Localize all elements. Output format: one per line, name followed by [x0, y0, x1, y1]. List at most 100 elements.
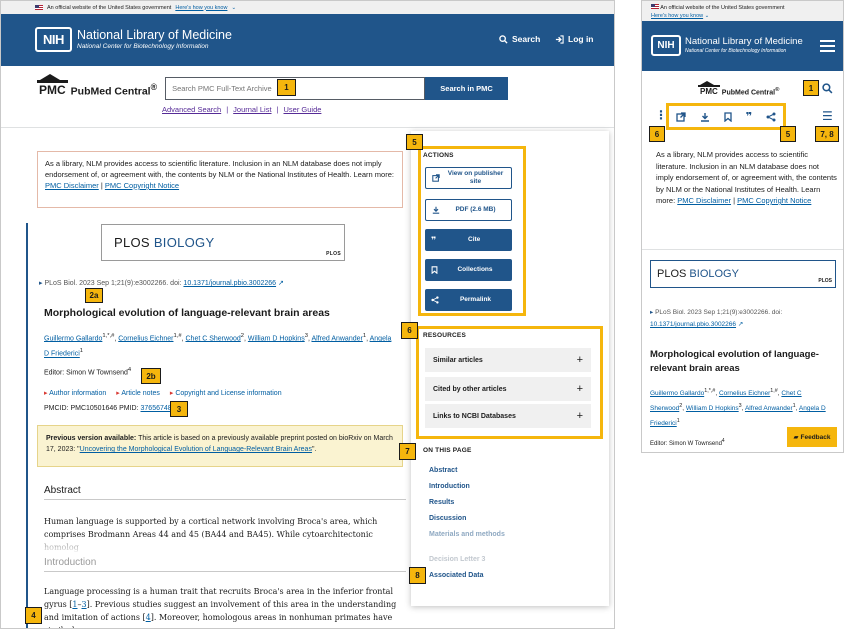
article-sidebar: ACTIONS View on publisher site PDF (2.6 … [411, 131, 609, 606]
cited-by-accordion[interactable]: Cited by other articles + [425, 377, 591, 401]
mobile-journal-banner[interactable]: PLOS BIOLOGY PLOS [650, 260, 836, 288]
journal-list-link[interactable]: Journal List [233, 105, 271, 114]
article-notes-toggle[interactable]: Article notes [116, 389, 160, 397]
external-link-icon[interactable] [676, 111, 686, 122]
collections-button[interactable]: Collections [425, 259, 512, 281]
reference-link[interactable]: 3 [82, 600, 87, 609]
list-toc-icon[interactable]: ☰ [822, 109, 833, 123]
pdf-label: PDF (2.6 MB) [455, 206, 496, 213]
view-on-publisher-label: View on publisher site [447, 170, 504, 185]
mobile-pmc-copyright-link[interactable]: PMC Copyright Notice [737, 196, 811, 205]
mobile-disclaimer-notice: As a library, NLM provides access to sci… [656, 150, 837, 205]
toc-introduction-link[interactable]: Introduction [429, 483, 470, 490]
search-in-pmc-button[interactable]: Search in PMC [425, 77, 509, 100]
mobile-doi-link[interactable]: 10.1371/journal.pbio.3002266 [650, 321, 736, 328]
editor-affil: 4 [127, 367, 132, 373]
callout-marker-5: 5 [406, 134, 423, 150]
link-separator: | [276, 105, 279, 114]
external-link-icon: ↗ [278, 280, 284, 287]
user-guide-link[interactable]: User Guide [283, 105, 321, 114]
permalink-button[interactable]: Permalink [425, 289, 512, 311]
permalink-label: Permalink [459, 296, 492, 303]
toc-decision-letter-link[interactable]: Decision Letter 3 [429, 556, 485, 563]
author-link[interactable]: Alfred Anwander [745, 405, 793, 412]
header-divider [1, 127, 614, 128]
link-separator: | [226, 105, 229, 114]
nlm-disclaimer-notice: As a library, NLM provides access to sci… [37, 151, 403, 208]
author-link[interactable]: Alfred Anwander [311, 335, 362, 342]
gov-banner-link[interactable]: Here's how you know [175, 5, 227, 11]
quote-icon[interactable]: ❞ [746, 110, 752, 123]
site-title: National Library of Medicine [77, 28, 232, 42]
toc-methods-link[interactable]: Materials and methods [429, 531, 505, 538]
similar-articles-accordion[interactable]: Similar articles + [425, 348, 591, 372]
author-link[interactable]: William D Hopkins [686, 405, 739, 412]
author-link[interactable]: William D Hopkins [248, 335, 305, 342]
toc-results-link[interactable]: Results [429, 499, 454, 506]
preprint-link[interactable]: Uncovering the Morphological Evolution o… [80, 446, 312, 453]
author-information-toggle[interactable]: Author information [44, 389, 106, 397]
pmc-logo-name-text: PubMed Central [70, 85, 151, 97]
cite-button[interactable]: ❞ Cite [425, 229, 512, 251]
toc-discussion-link[interactable]: Discussion [429, 515, 466, 522]
search-icon [499, 34, 508, 44]
cite-label: Cite [468, 236, 481, 243]
callout-marker-6: 6 [401, 322, 418, 339]
introduction-heading: Introduction [44, 557, 97, 568]
ncbi-links-label: Links to NCBI Databases [433, 412, 516, 420]
nih-logo[interactable]: NIH [35, 27, 72, 52]
author-link[interactable]: Guillermo Gallardo [44, 335, 102, 342]
author-link[interactable]: Cornelius Eichner [118, 335, 173, 342]
pmc-copyright-link[interactable]: PMC Copyright Notice [105, 181, 179, 190]
author-affil: 1,*,# [102, 333, 115, 339]
login-button[interactable]: Log in [555, 34, 594, 44]
copyright-license-toggle[interactable]: Copyright and License information [170, 389, 281, 397]
header-search-button[interactable]: Search [499, 34, 540, 44]
pmc-disclaimer-link[interactable]: PMC Disclaimer [45, 181, 99, 190]
author-link[interactable]: Cornelius Eichner [719, 390, 770, 397]
mobile-citation-text: PLoS Biol. 2023 Sep 1;21(9):e3002266. do… [655, 309, 783, 316]
author-affil: 1 [79, 348, 84, 355]
doi-link[interactable]: 10.1371/journal.pbio.3002266 [183, 280, 276, 287]
mobile-site-header: NIH National Library of Medicine Nationa… [642, 21, 843, 71]
citation-line: ▸ PLoS Biol. 2023 Sep 1;21(9):e3002266. … [39, 279, 284, 287]
on-this-page-heading: ON THIS PAGE [423, 447, 472, 454]
pmc-logo[interactable]: PMC PubMed Central® [37, 74, 158, 97]
callout-marker-2a: 2a [85, 288, 103, 303]
ncbi-links-accordion[interactable]: Links to NCBI Databases + [425, 404, 591, 428]
mobile-pmc-logo[interactable]: PMC PubMed Central® [698, 81, 779, 96]
hamburger-menu-icon[interactable] [820, 40, 835, 52]
toc-associated-data-link[interactable]: Associated Data [429, 572, 483, 579]
feedback-button[interactable]: ▰ Feedback [787, 427, 837, 447]
mobile-gov-banner: An official website of the United States… [642, 1, 843, 21]
pmid-link[interactable]: 37656748 [141, 405, 172, 412]
download-icon[interactable] [700, 112, 710, 122]
editor-text: Editor: Simon W Townsend [44, 369, 128, 377]
journal-banner[interactable]: PLOS BIOLOGY PLOS [101, 224, 345, 261]
mobile-nih-logo[interactable]: NIH [651, 35, 681, 56]
mobile-author-list: Guillermo Gallardo1,*,#, Cornelius Eichn… [650, 388, 826, 428]
pdf-download-button[interactable]: PDF (2.6 MB) [425, 199, 512, 221]
bookmark-icon[interactable] [724, 111, 732, 122]
author-affil: 1 [676, 418, 680, 425]
mobile-pmc-disclaimer-link[interactable]: PMC Disclaimer [677, 196, 731, 205]
mobile-article-title: Morphological evolution of language-rele… [650, 349, 819, 374]
abstract-rule [44, 499, 406, 500]
plus-icon: + [576, 410, 583, 422]
reference-link[interactable]: 4 [146, 613, 151, 622]
share-icon [431, 296, 439, 304]
author-link[interactable]: Guillermo Gallardo [650, 390, 704, 397]
search-icon[interactable] [822, 83, 833, 94]
toc-abstract-link[interactable]: Abstract [429, 467, 457, 474]
advanced-search-link[interactable]: Advanced Search [162, 105, 221, 114]
mobile-gov-banner-link[interactable]: Here's how you know [651, 13, 703, 19]
share-icon[interactable] [766, 112, 776, 122]
mobile-callout-marker-5: 5 [780, 126, 796, 142]
mobile-pmc-logo-abbr: PMC [698, 81, 720, 96]
author-link[interactable]: Chet C Sherwood [186, 335, 241, 342]
callout-marker-3: 3 [170, 401, 188, 417]
pmc-logo-mark: ® [150, 81, 158, 92]
bookmark-icon [431, 266, 438, 274]
view-on-publisher-button[interactable]: View on publisher site [425, 167, 512, 189]
mobile-journal-name-a: PLOS [657, 268, 687, 280]
